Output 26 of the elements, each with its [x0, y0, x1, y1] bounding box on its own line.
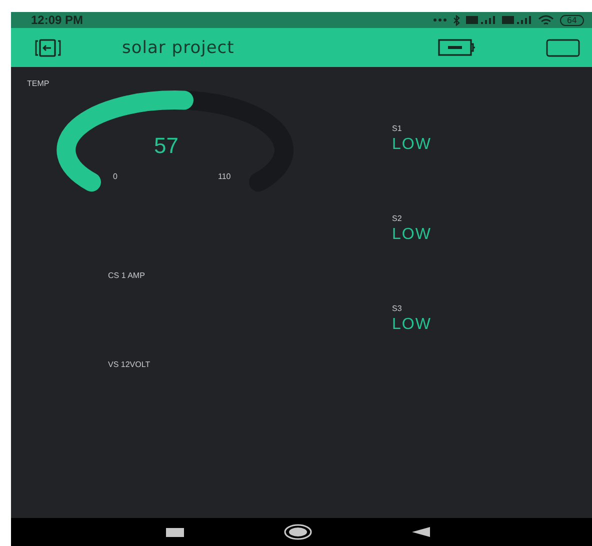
recents-icon[interactable]	[166, 528, 184, 536]
status-value: LOW	[392, 316, 432, 334]
battery-icon[interactable]	[438, 39, 476, 56]
gauge-value: 57	[154, 133, 178, 159]
gauge-max: 110	[218, 172, 231, 181]
gauge-label: TEMP	[27, 79, 50, 88]
project-title: solar project	[122, 38, 234, 58]
widget-label: S1	[392, 124, 402, 133]
home-icon[interactable]	[284, 524, 312, 540]
wifi-icon	[538, 14, 554, 26]
widget-label: CS 1 AMP	[108, 271, 145, 280]
square-icon[interactable]	[546, 38, 580, 56]
bluetooth-icon	[452, 14, 460, 26]
dots-icon	[432, 18, 447, 22]
clock: 12:09 PM	[31, 13, 84, 27]
widget-label: VS 12VOLT	[108, 360, 150, 369]
signal-icon	[466, 15, 496, 25]
gauge-min: 0	[113, 172, 118, 181]
widget-label: S3	[392, 304, 402, 313]
signal-icon	[502, 15, 532, 25]
exit-icon[interactable]	[35, 38, 61, 56]
widget-label: S2	[392, 214, 402, 223]
battery-indicator: 64	[560, 14, 584, 26]
back-icon[interactable]	[412, 527, 430, 537]
status-value: LOW	[392, 136, 432, 154]
status-value: LOW	[392, 226, 432, 244]
